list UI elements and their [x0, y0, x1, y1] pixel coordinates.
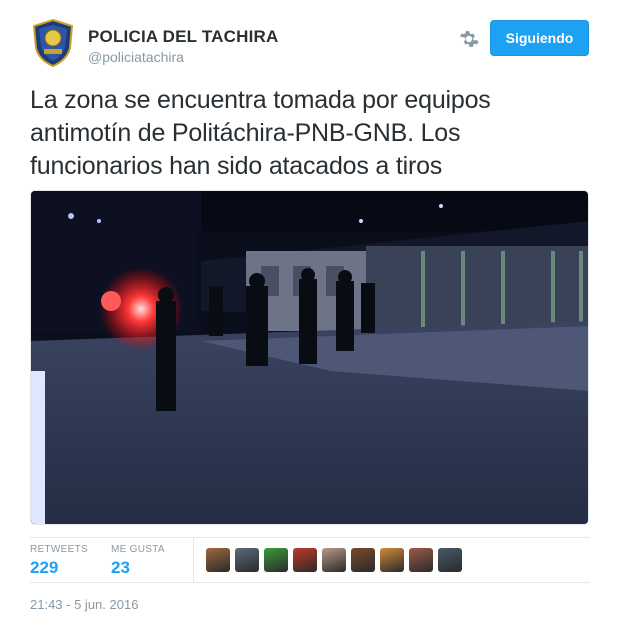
retweets-label: RETWEETS: [30, 544, 88, 555]
account-avatar[interactable]: [30, 18, 76, 68]
liker-avatar[interactable]: [235, 548, 259, 572]
retweets-stat[interactable]: RETWEETS 229: [30, 544, 88, 578]
engagement-stats: RETWEETS 229 ME GUSTA 23: [30, 537, 590, 583]
gear-icon[interactable]: [458, 28, 480, 50]
liker-avatar[interactable]: [351, 548, 375, 572]
liker-avatar[interactable]: [409, 548, 433, 572]
liker-avatar[interactable]: [322, 548, 346, 572]
liker-avatar[interactable]: [264, 548, 288, 572]
tweet-text: La zona se encuentra tomada por equipos …: [30, 86, 491, 180]
liker-avatar[interactable]: [293, 548, 317, 572]
tweet-header: POLICIA DEL TACHIRA @policiatachira Sigu…: [30, 18, 590, 68]
account-handle[interactable]: @policiatachira: [88, 49, 184, 65]
likes-stat[interactable]: ME GUSTA 23: [111, 544, 165, 578]
retweets-count[interactable]: 229: [30, 558, 88, 578]
stats-divider: [193, 538, 194, 582]
likes-count[interactable]: 23: [111, 558, 165, 578]
following-button[interactable]: Siguiendo: [490, 20, 589, 56]
tweet-photo[interactable]: [30, 190, 589, 525]
tweet-timestamp[interactable]: 21:43 - 5 jun. 2016: [30, 597, 138, 612]
account-name[interactable]: POLICIA DEL TACHIRA: [88, 27, 279, 47]
likes-label: ME GUSTA: [111, 544, 165, 555]
liker-avatar[interactable]: [380, 548, 404, 572]
night-street-photo: [31, 191, 588, 524]
liker-avatar[interactable]: [206, 548, 230, 572]
liker-avatar[interactable]: [438, 548, 462, 572]
